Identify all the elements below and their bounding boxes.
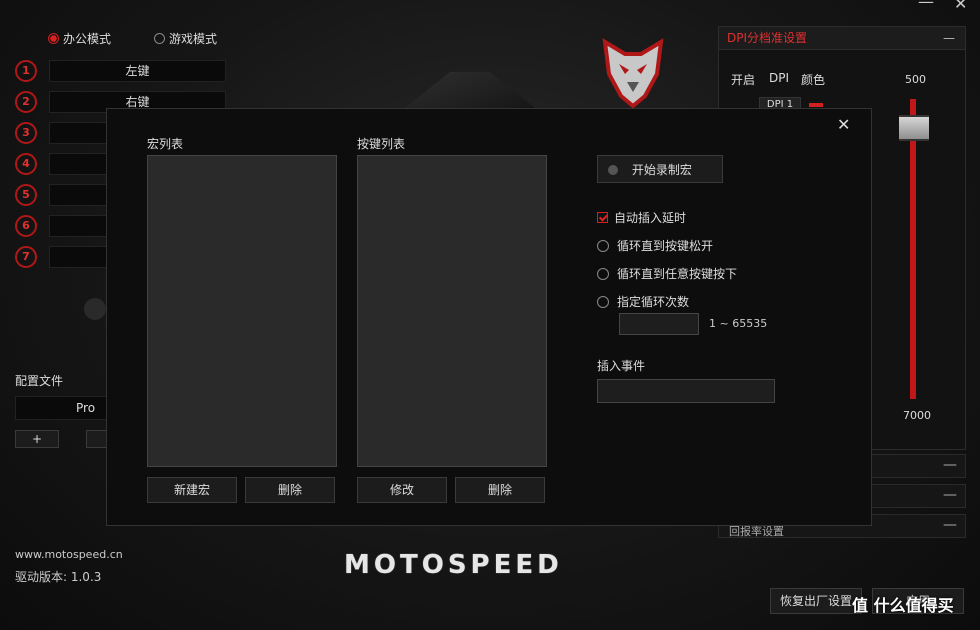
button-number-badge: 3	[15, 122, 37, 144]
loop-count-radio[interactable]: 指定循环次数	[597, 293, 689, 310]
button-assignment-1[interactable]: 左键	[49, 60, 226, 82]
macro-listbox[interactable]	[147, 155, 337, 467]
record-macro-button[interactable]: 开始录制宏	[597, 155, 723, 183]
dpi-col-dpi: DPI	[769, 71, 790, 85]
button-number-badge: 5	[15, 184, 37, 206]
dpi-panel-header: DPI分档准设置 —	[719, 27, 965, 50]
loop-until-any-key-radio[interactable]: 循环直到任意按键按下	[597, 265, 737, 282]
game-mode-label: 游戏模式	[169, 32, 218, 46]
dialog-close-button[interactable]: ✕	[837, 115, 850, 134]
delete-key-button[interactable]: 删除	[455, 477, 545, 503]
minimize-button[interactable]: —	[918, 0, 934, 10]
dpi-color-swatch[interactable]	[809, 103, 823, 107]
close-window-button[interactable]: ✕	[954, 0, 967, 12]
new-macro-button[interactable]: 新建宏	[147, 477, 237, 503]
modify-key-button[interactable]: 修改	[357, 477, 447, 503]
collapse-icon: —	[943, 487, 957, 503]
game-mode-radio[interactable]: 游戏模式	[154, 30, 217, 47]
radio-unselected-icon	[597, 239, 609, 252]
office-mode-radio[interactable]: 办公模式	[48, 30, 111, 47]
factory-reset-button[interactable]: 恢复出厂设置	[770, 588, 862, 614]
button-number-badge: 1	[15, 60, 37, 82]
loop-count-label: 指定循环次数	[617, 295, 690, 309]
profile-title: 配置文件	[15, 374, 64, 388]
jaguar-logo-icon	[602, 38, 664, 109]
button-number-badge: 2	[15, 91, 37, 113]
macro-list-label: 宏列表	[147, 137, 184, 151]
add-profile-button[interactable]: +	[15, 430, 59, 448]
loop-count-range: 1 ~ 65535	[709, 317, 768, 330]
checkbox-checked-icon	[597, 212, 608, 223]
radio-unselected-icon	[154, 33, 165, 44]
loop-until-release-label: 循环直到按键松开	[617, 239, 714, 253]
loop-count-input[interactable]	[619, 313, 699, 335]
driver-version: 驱动版本: 1.0.3	[15, 570, 102, 584]
mouse-image	[400, 72, 540, 112]
button-number-badge: 6	[15, 215, 37, 237]
watermark: 值 什么值得买	[852, 596, 954, 615]
radio-unselected-icon	[597, 295, 609, 308]
radio-unselected-icon	[597, 267, 609, 280]
knob-icon	[84, 298, 106, 320]
radio-selected-icon	[48, 33, 59, 44]
record-macro-label: 开始录制宏	[631, 162, 692, 177]
dpi-col-color: 颜色	[801, 73, 826, 87]
website-link[interactable]: www.motospeed.cn	[15, 548, 123, 561]
office-mode-label: 办公模式	[63, 32, 112, 46]
key-listbox[interactable]	[357, 155, 547, 467]
collapse-icon: —	[943, 517, 957, 533]
dpi-slider-bottom-label: 7000	[903, 409, 931, 422]
button-number-badge: 4	[15, 153, 37, 175]
collapse-icon: —	[943, 457, 957, 473]
record-icon	[608, 164, 618, 175]
dpi-slider-handle[interactable]	[899, 115, 929, 141]
profile-current: Pro	[76, 401, 96, 415]
dpi-panel-title: DPI分档准设置	[727, 31, 808, 45]
insert-event-label: 插入事件	[597, 359, 646, 373]
loop-until-release-radio[interactable]: 循环直到按键松开	[597, 237, 713, 254]
dpi-slider-track[interactable]	[910, 99, 916, 399]
dpi-col-enable: 开启	[731, 73, 756, 87]
delete-macro-button[interactable]: 删除	[245, 477, 335, 503]
insert-event-select[interactable]	[597, 379, 775, 403]
brand-logo: MOTOSPEED	[344, 550, 563, 580]
key-list-label: 按键列表	[357, 137, 406, 151]
auto-delay-label: 自动插入延时	[614, 211, 687, 225]
collapse-icon[interactable]: —	[943, 27, 955, 49]
button-number-badge: 7	[15, 246, 37, 268]
macro-dialog: ✕ 宏列表 按键列表 新建宏 删除 修改 删除 开始录制宏 自动插入延时 循环直…	[106, 108, 872, 526]
loop-until-any-key-label: 循环直到任意按键按下	[617, 267, 738, 281]
dpi-slider-top-label: 500	[905, 73, 926, 86]
auto-delay-checkbox[interactable]: 自动插入延时	[597, 209, 686, 226]
